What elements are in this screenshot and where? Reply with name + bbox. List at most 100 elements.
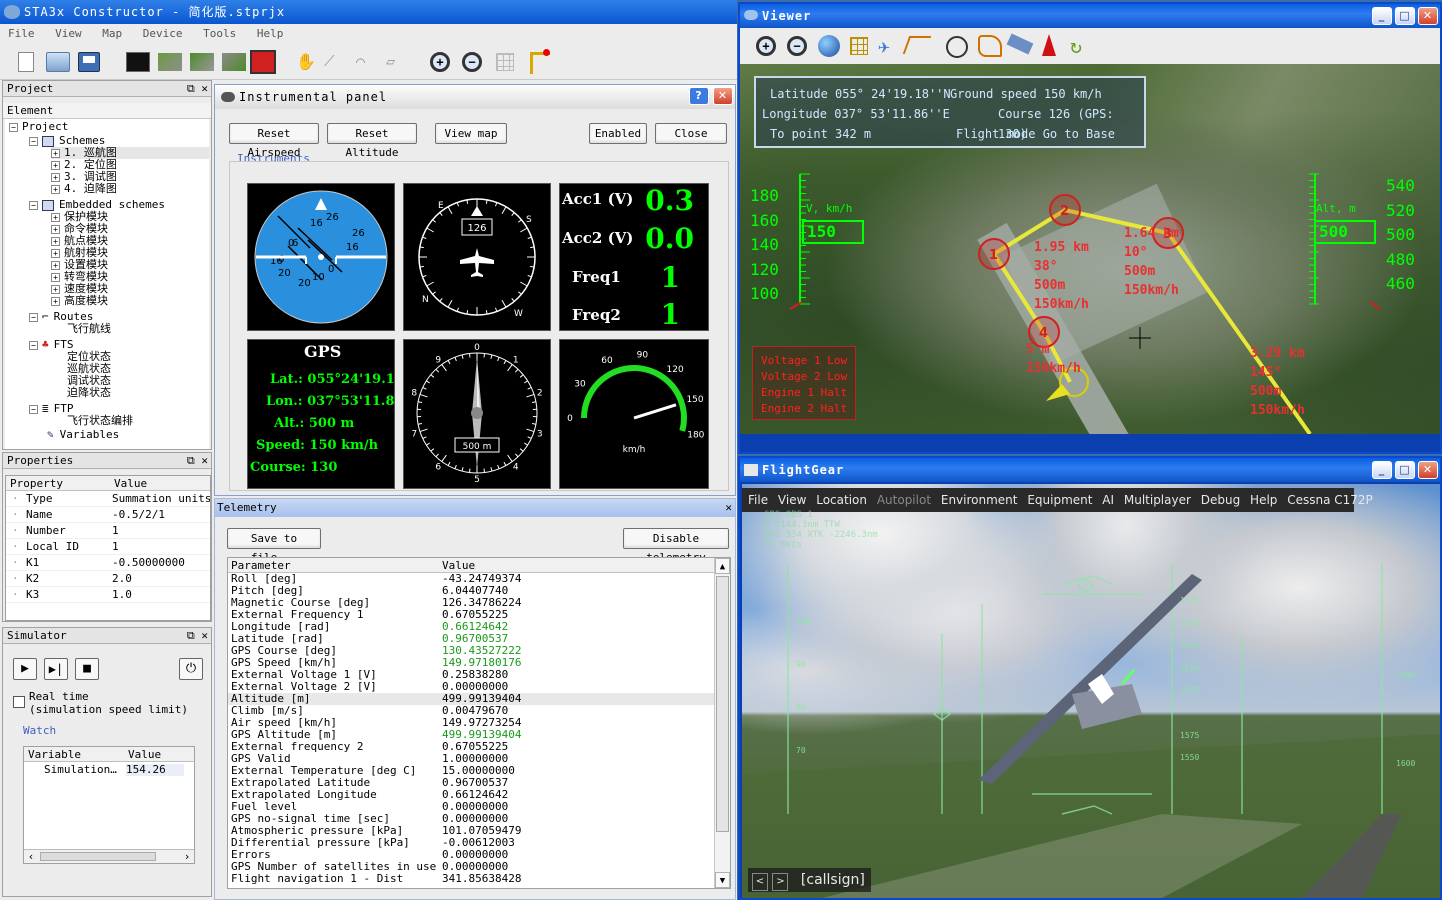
zoom-in-icon[interactable]: + xyxy=(756,36,776,56)
view-map-button[interactable]: View map xyxy=(435,123,507,144)
reset-altitude-button[interactable]: Reset Altitude xyxy=(327,123,417,159)
zoom-out-icon[interactable]: − xyxy=(462,52,482,72)
stop-button[interactable]: ■ xyxy=(75,658,99,680)
grid-icon[interactable] xyxy=(850,37,868,55)
ruler-icon[interactable] xyxy=(1006,33,1034,55)
property-row[interactable]: · Type Summation units xyxy=(6,491,210,507)
zoom-in-icon[interactable]: + xyxy=(430,52,450,72)
fg-next-button[interactable]: > xyxy=(772,873,789,891)
maximize-button[interactable]: □ xyxy=(1395,7,1415,25)
property-value[interactable]: 1 xyxy=(112,523,119,539)
speed-tape-value: 150 xyxy=(802,220,864,244)
viewer-app-icon xyxy=(744,10,758,20)
north-arrow-icon[interactable] xyxy=(1042,34,1056,56)
reset-airspeed-button[interactable]: Reset Airspeed xyxy=(229,123,319,159)
dock-float-close-icons[interactable]: ⧉ ✕ xyxy=(187,628,208,644)
grid-icon[interactable] xyxy=(496,53,514,71)
property-row[interactable]: · Local ID 1 xyxy=(6,539,210,555)
watch-hscrollbar[interactable]: ‹ › xyxy=(24,849,194,863)
hand-tool-icon[interactable]: ✋ xyxy=(296,52,316,72)
save-icon[interactable] xyxy=(78,52,100,72)
route-edit-icon[interactable] xyxy=(902,36,932,54)
scroll-up-icon[interactable]: ▲ xyxy=(715,558,730,574)
device-download-icon[interactable] xyxy=(190,53,214,71)
close-button[interactable]: ✕ xyxy=(1418,7,1438,25)
device-upload-icon[interactable] xyxy=(158,53,182,71)
step-button[interactable]: ▶| xyxy=(44,658,68,680)
ruler-tool-icon[interactable]: ▱ xyxy=(386,52,408,72)
save-to-file-button[interactable]: Save to file... xyxy=(227,528,321,564)
polygon-tool-icon[interactable]: ⌒ xyxy=(356,52,378,72)
svg-text:16: 16 xyxy=(310,218,323,229)
close-button[interactable]: ✕ xyxy=(1418,461,1438,479)
property-row[interactable]: · K2 2.0 xyxy=(6,571,210,587)
watch-row[interactable]: Simulation… 154.26 xyxy=(24,764,194,776)
property-value[interactable]: Summation units xyxy=(112,491,210,507)
close-window-button[interactable]: ✕ xyxy=(713,87,733,105)
close-button[interactable]: Close xyxy=(655,123,727,144)
ftp-icon: ≣ xyxy=(42,402,49,415)
tree-project-root[interactable]: − Project xyxy=(9,121,68,133)
telemetry-vscrollbar[interactable]: ▲ ▼ xyxy=(714,558,730,888)
property-row[interactable]: · Name -0.5/2/1 xyxy=(6,507,210,523)
tree-scheme-item[interactable]: +4. 迫降图 xyxy=(51,183,117,195)
waypoint-marker-icon[interactable] xyxy=(530,49,550,74)
acc1-value: 0.3 xyxy=(645,184,694,217)
airspeed-indicator: 0 30 60 90 120 150 180 km/h xyxy=(559,339,709,489)
menu-file[interactable]: File xyxy=(8,27,35,40)
menu-help[interactable]: Help xyxy=(257,27,284,40)
tree-ftp-item[interactable]: 飞行状态编排 xyxy=(67,415,133,427)
telemetry-close-icon[interactable]: ✕ xyxy=(725,499,732,517)
tree-route-item[interactable]: 飞行航线 xyxy=(67,323,111,335)
menu-device[interactable]: Device xyxy=(143,27,183,40)
zoom-out-icon[interactable]: − xyxy=(787,36,807,56)
minimize-button[interactable]: _ xyxy=(1372,461,1392,479)
property-value[interactable]: -0.50000000 xyxy=(112,555,185,571)
property-key: Type xyxy=(26,492,53,505)
tree-variables[interactable]: ✎ Variables xyxy=(47,429,119,441)
maximize-button[interactable]: □ xyxy=(1395,461,1415,479)
record-icon[interactable] xyxy=(250,50,276,74)
help-button[interactable]: ? xyxy=(689,87,709,105)
property-value[interactable]: 1 xyxy=(112,539,119,555)
route-tool-icon[interactable]: ⟋ xyxy=(324,52,346,72)
svg-text:126: 126 xyxy=(467,223,486,234)
tree-embedded-item[interactable]: + 高度模块 xyxy=(51,295,108,307)
terminal-icon[interactable] xyxy=(126,52,150,72)
heading-indicator: 126 E S N W xyxy=(403,183,551,331)
new-file-icon[interactable] xyxy=(18,52,34,72)
scroll-thumb[interactable] xyxy=(716,576,729,832)
enabled-button[interactable]: Enabled xyxy=(589,123,647,144)
circle-tool-icon[interactable] xyxy=(946,36,968,58)
refresh-icon[interactable]: ↻ xyxy=(1070,34,1082,58)
property-value[interactable]: -0.5/2/1 xyxy=(112,507,165,523)
globe-icon[interactable] xyxy=(818,35,840,57)
realtime-checkbox[interactable] xyxy=(13,696,25,708)
panel-icon xyxy=(221,92,235,102)
open-folder-icon[interactable] xyxy=(46,52,70,72)
flightgear-scene[interactable]: File View Location Autopilot Environment… xyxy=(742,484,1440,898)
property-row[interactable]: · K1 -0.50000000 xyxy=(6,555,210,571)
scroll-down-icon[interactable]: ▼ xyxy=(715,872,730,888)
dock-float-close-icons[interactable]: ⧉ ✕ xyxy=(187,453,208,469)
menu-map[interactable]: Map xyxy=(102,27,122,40)
telemetry-row[interactable]: Flight navigation 1 - Dist 341.85638428 xyxy=(228,873,730,885)
polygon-edit-icon[interactable] xyxy=(978,35,1002,57)
property-row[interactable]: · K3 1.0 xyxy=(6,587,210,603)
minimize-button[interactable]: _ xyxy=(1372,7,1392,25)
menu-view[interactable]: View xyxy=(55,27,82,40)
svg-text:0: 0 xyxy=(288,238,294,249)
tree-fts-item[interactable]: 迫降状态 xyxy=(67,387,111,399)
menu-tools[interactable]: Tools xyxy=(203,27,236,40)
power-button[interactable]: ⏻ xyxy=(179,658,203,680)
property-row[interactable]: · Number 1 xyxy=(6,523,210,539)
dock-float-close-icons[interactable]: ⧉ ✕ xyxy=(187,81,208,97)
disable-telemetry-button[interactable]: Disable telemetry xyxy=(623,528,729,564)
satellite-map[interactable]: 2 3 1 4 Latitude 055° 24'19.18''N Ground… xyxy=(740,64,1440,434)
fg-prev-button[interactable]: < xyxy=(752,873,768,891)
play-button[interactable]: ▶ xyxy=(13,658,37,680)
device-sync-icon[interactable] xyxy=(222,53,246,71)
property-value[interactable]: 1.0 xyxy=(112,587,132,603)
property-value[interactable]: 2.0 xyxy=(112,571,132,587)
aircraft-icon[interactable]: ✈ xyxy=(878,34,890,58)
